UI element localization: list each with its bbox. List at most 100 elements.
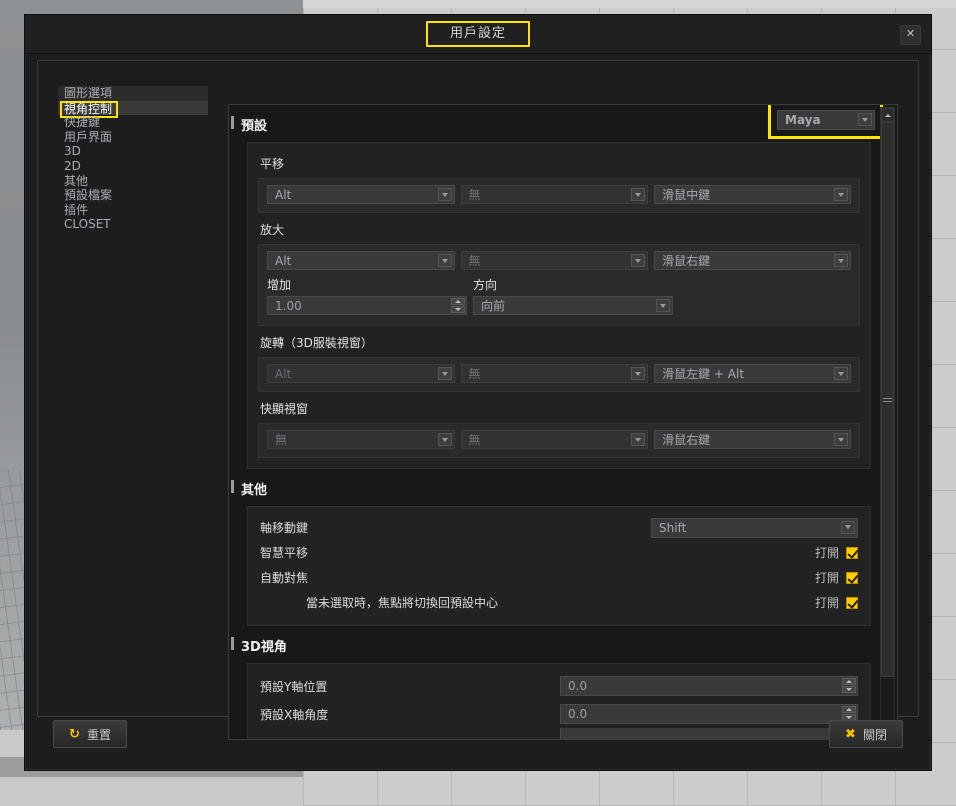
zoom-increment-stepper[interactable]: 1.00 [267,296,467,315]
chevron-down-icon[interactable] [858,113,872,126]
section-title-label: 3D視角 [241,640,287,655]
smart-pan-label: 智慧平移 [260,546,309,560]
dialog-footer: ↻ 重置 ✖ 關閉 [37,716,919,760]
popup-modifier2-dropdown[interactable]: 無 [460,430,649,449]
pan-modifier1-value: Alt [275,187,292,202]
stepper-up-icon[interactable] [842,706,856,713]
sidebar-item-label: 圖形選項 [64,86,113,100]
stepper-down-icon[interactable] [842,686,856,693]
chevron-down-icon[interactable] [437,433,452,446]
chevron-down-icon[interactable] [656,299,670,312]
chevron-down-icon[interactable] [841,520,855,534]
rotate-title: 旋轉（3D服裝視窗） [260,336,373,350]
popup-mouse-dropdown[interactable]: 滑鼠右鍵 [654,430,851,449]
scrollbar-track[interactable] [881,122,894,722]
pan-modifier2-value: 無 [468,188,481,202]
sidebar-item-3d[interactable]: 3D [58,144,208,159]
preset-dropdown[interactable]: Maya [777,110,875,130]
settings-category-list[interactable]: 圖形選項 視角控制 快捷鍵 用戶界面 3D 2D 其他 預設檔案 插件 CLOS… [58,86,208,698]
chevron-up-icon[interactable] [881,108,894,122]
settings-content-panel: 預設 Maya 平移 Alt 無 滑鼠中鍵 放大 Alt 無 滑鼠右鍵 增加 方… [228,104,898,740]
rotate-modifier1-value: Alt [275,366,292,381]
dialog-body: 圖形選項 視角控制 快捷鍵 用戶界面 3D 2D 其他 預設檔案 插件 CLOS… [37,60,919,740]
focus-default-center-checkbox[interactable] [846,596,858,609]
stepper-down-icon[interactable] [451,306,465,313]
sidebar-item-other[interactable]: 其他 [58,174,208,189]
content-scrollbar[interactable] [880,107,895,737]
chevron-down-icon[interactable] [631,433,646,446]
chevron-down-icon[interactable] [437,188,452,201]
rotate-modifier1-dropdown[interactable]: Alt [267,364,455,383]
section-title-label: 預設 [241,119,268,134]
chevron-down-icon[interactable] [631,188,646,201]
x-icon: ✖ [845,726,856,742]
rotate-modifier2-dropdown[interactable]: 無 [460,364,649,383]
axis-move-key-label: 軸移動鍵 [260,521,309,535]
chevron-down-icon[interactable] [437,254,452,267]
zoom-direction-label: 方向 [473,278,498,292]
zoom-modifier1-dropdown[interactable]: Alt [267,251,455,270]
sidebar-item-2d[interactable]: 2D [58,159,208,174]
sidebar-item-user-interface[interactable]: 用戶界面 [58,130,208,145]
stepper-buttons[interactable] [842,678,856,693]
default-y-position-label: 預設Y軸位置 [260,679,328,694]
zoom-direction-dropdown[interactable]: 向前 [473,296,673,315]
axis-move-key-dropdown[interactable]: Shift [651,517,858,538]
smart-pan-checkbox[interactable] [846,546,858,559]
chevron-down-icon[interactable] [437,367,452,380]
popup-modifier2-value: 無 [468,433,481,447]
chevron-down-icon[interactable] [631,367,646,380]
zoom-modifier2-dropdown[interactable]: 無 [460,251,649,270]
chevron-down-icon[interactable] [834,188,848,201]
section-title-label: 其他 [241,483,268,498]
sidebar-item-graphics[interactable]: 圖形選項 [58,86,208,101]
viewport-top-strip [303,0,956,8]
rotate-mouse-dropdown[interactable]: 滑鼠左鍵 + Alt [654,364,851,383]
stepper-up-icon[interactable] [842,678,856,685]
scrollbar-thumb[interactable] [881,122,894,677]
preset-panel: 平移 Alt 無 滑鼠中鍵 放大 Alt 無 滑鼠右鍵 增加 方向 1.00 向… [247,142,871,469]
chevron-down-icon[interactable] [631,254,646,267]
popup-modifier1-dropdown[interactable]: 無 [267,430,455,449]
zoom-modifier1-value: Alt [275,253,292,268]
page-title: 用戶設定 [425,21,530,47]
zoom-title: 放大 [260,223,285,237]
sidebar-item-plugin[interactable]: 插件 [58,203,208,218]
zoom-mouse-dropdown[interactable]: 滑鼠右鍵 [654,251,851,270]
reset-button[interactable]: ↻ 重置 [53,720,127,748]
stepper-up-icon[interactable] [451,298,465,305]
settings-content-inner: 預設 Maya 平移 Alt 無 滑鼠中鍵 放大 Alt 無 滑鼠右鍵 增加 方… [229,105,883,739]
popup-mouse-value: 滑鼠右鍵 [662,433,711,447]
default-y-position-stepper[interactable]: 0.0 [560,676,858,696]
sidebar-item-label: 快捷鍵 [64,115,101,130]
sidebar-item-shortcuts[interactable]: 快捷鍵 [58,115,208,130]
chevron-down-icon[interactable] [834,254,848,267]
auto-focus-label: 自動對焦 [260,571,309,585]
other-panel: 軸移動鍵 Shift 智慧平移 打開 自動對焦 打開 當未選取時，焦點將切換回預… [247,506,871,626]
zoom-values-row: 1.00 向前 [267,296,851,315]
sidebar-item-label: 2D [64,158,81,173]
sidebar-item-label: 3D [64,144,81,159]
smart-pan-row: 智慧平移 打開 [260,540,858,565]
pan-modifier2-dropdown[interactable]: 無 [460,185,649,204]
zoom-increment-value: 1.00 [275,298,302,313]
sidebar-item-closet[interactable]: CLOSET [58,217,208,232]
close-button[interactable]: ✖ 關閉 [829,720,903,748]
section-header-3d-view: 3D視角 [229,626,881,663]
sidebar-item-view-control[interactable]: 視角控制 [58,100,208,118]
pan-mouse-dropdown[interactable]: 滑鼠中鍵 [654,185,851,204]
close-icon[interactable]: ✕ [900,25,921,45]
axis-move-key-value: Shift [659,520,687,535]
user-settings-dialog: 用戶設定 ✕ 圖形選項 視角控制 快捷鍵 用戶界面 3D 2D 其他 預設檔案 … [24,14,932,771]
chevron-down-icon[interactable] [834,367,848,380]
sidebar-item-preset-file[interactable]: 預設檔案 [58,188,208,203]
default-y-position-value: 0.0 [568,679,588,693]
stepper-buttons[interactable] [451,298,465,313]
chevron-down-icon[interactable] [834,433,848,446]
zoom-modifier2-value: 無 [468,254,481,268]
popup-modifier1-value: 無 [275,433,288,447]
auto-focus-checkbox[interactable] [846,571,858,584]
pan-modifier1-dropdown[interactable]: Alt [267,185,455,204]
sidebar-item-label: 用戶界面 [64,129,113,144]
focus-default-center-row: 當未選取時，焦點將切換回預設中心 打開 [260,590,858,615]
